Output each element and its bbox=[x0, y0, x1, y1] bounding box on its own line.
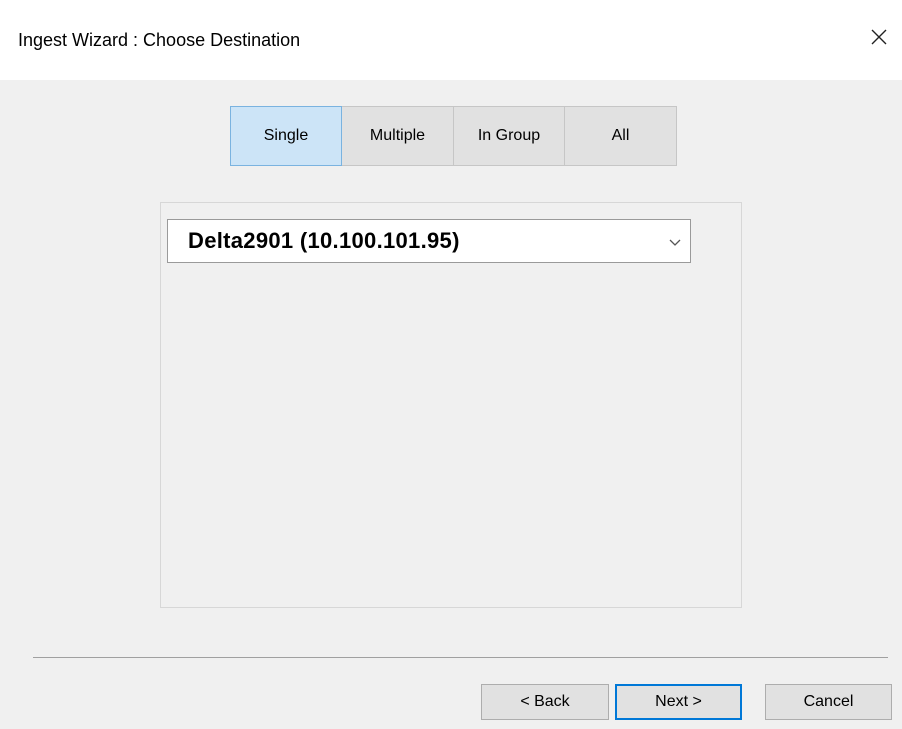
title-bar: Ingest Wizard : Choose Destination bbox=[0, 0, 902, 80]
ingest-wizard-dialog: Ingest Wizard : Choose Destination Singl… bbox=[0, 0, 902, 729]
back-button[interactable]: < Back bbox=[481, 684, 609, 720]
window-title: Ingest Wizard : Choose Destination bbox=[18, 30, 301, 50]
close-icon bbox=[871, 29, 887, 45]
destination-dropdown[interactable]: Delta2901 (10.100.101.95) bbox=[167, 219, 691, 263]
cancel-button[interactable]: Cancel bbox=[765, 684, 892, 720]
tab-in-group[interactable]: In Group bbox=[453, 106, 565, 166]
footer-separator bbox=[33, 657, 888, 658]
tab-multiple[interactable]: Multiple bbox=[341, 106, 454, 166]
tab-single[interactable]: Single bbox=[230, 106, 342, 166]
chevron-down-icon bbox=[669, 239, 681, 246]
destination-mode-tabs: Single Multiple In Group All bbox=[230, 106, 677, 166]
tab-all[interactable]: All bbox=[564, 106, 677, 166]
close-button[interactable] bbox=[856, 14, 902, 60]
next-button[interactable]: Next > bbox=[615, 684, 742, 720]
destination-selected-value: Delta2901 (10.100.101.95) bbox=[188, 228, 460, 253]
